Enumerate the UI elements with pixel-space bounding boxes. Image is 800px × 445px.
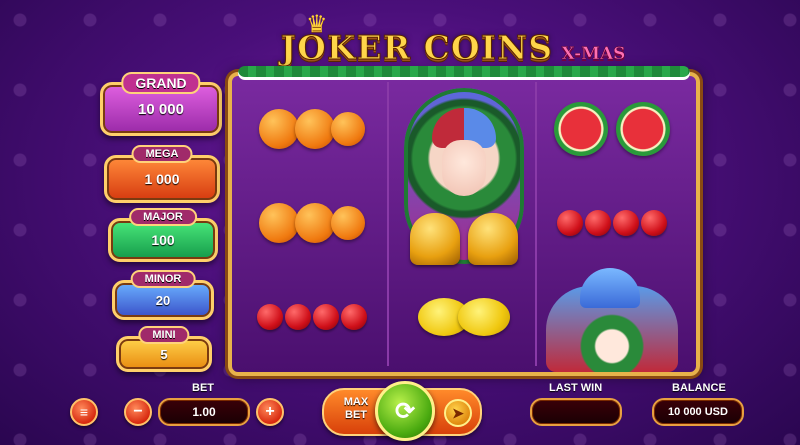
bet-value: 1.00 bbox=[158, 398, 250, 426]
symbol-cherry bbox=[238, 270, 386, 364]
reel-3 bbox=[538, 82, 686, 372]
jackpot-grand-label: GRAND bbox=[121, 72, 201, 94]
spin-icon: ⟳ bbox=[394, 397, 416, 425]
jackpot-major-label: MAJOR bbox=[129, 208, 197, 226]
jackpot-minor-label: MINOR bbox=[130, 270, 196, 288]
garland-decoration bbox=[238, 66, 690, 80]
jackpot-grand: 10 000 GRAND bbox=[100, 72, 222, 136]
jackpot-minor: 20 MINOR bbox=[112, 270, 214, 320]
jackpot-major: 100 MAJOR bbox=[108, 208, 218, 262]
balance-label: BALANCE bbox=[672, 382, 726, 394]
balance-value: 10 000 USD bbox=[652, 398, 744, 426]
reel-1 bbox=[238, 82, 386, 366]
crown-icon: ♛ bbox=[306, 11, 328, 38]
autoplay-icon[interactable]: ➤ bbox=[444, 399, 472, 427]
symbol-joker bbox=[546, 268, 678, 372]
symbol-cherry bbox=[538, 176, 686, 270]
spin-button[interactable]: ⟳ bbox=[375, 381, 435, 441]
reels-frame bbox=[228, 66, 700, 376]
reel-2 bbox=[390, 82, 538, 366]
symbol-lemon bbox=[390, 270, 538, 364]
game-title-sub: X-MAS bbox=[561, 44, 626, 65]
jackpot-mini-label: MINI bbox=[138, 326, 190, 344]
last-win-value bbox=[530, 398, 622, 426]
symbol-orange bbox=[238, 176, 386, 270]
max-bet-button[interactable]: MAX BET bbox=[336, 396, 376, 422]
jackpot-mini: 5 MINI bbox=[116, 326, 212, 372]
symbol-watermelon bbox=[538, 82, 686, 176]
symbol-orange bbox=[238, 82, 386, 176]
bet-label: BET bbox=[192, 382, 214, 394]
menu-button[interactable]: ≡ bbox=[70, 398, 98, 426]
jackpot-mega-label: MEGA bbox=[131, 145, 193, 163]
jackpot-mega: 1 000 MEGA bbox=[104, 145, 220, 203]
last-win-label: LAST WIN bbox=[549, 382, 603, 394]
bet-increase-button[interactable]: + bbox=[256, 398, 284, 426]
bet-decrease-button[interactable]: − bbox=[124, 398, 152, 426]
reel-divider bbox=[387, 82, 389, 366]
